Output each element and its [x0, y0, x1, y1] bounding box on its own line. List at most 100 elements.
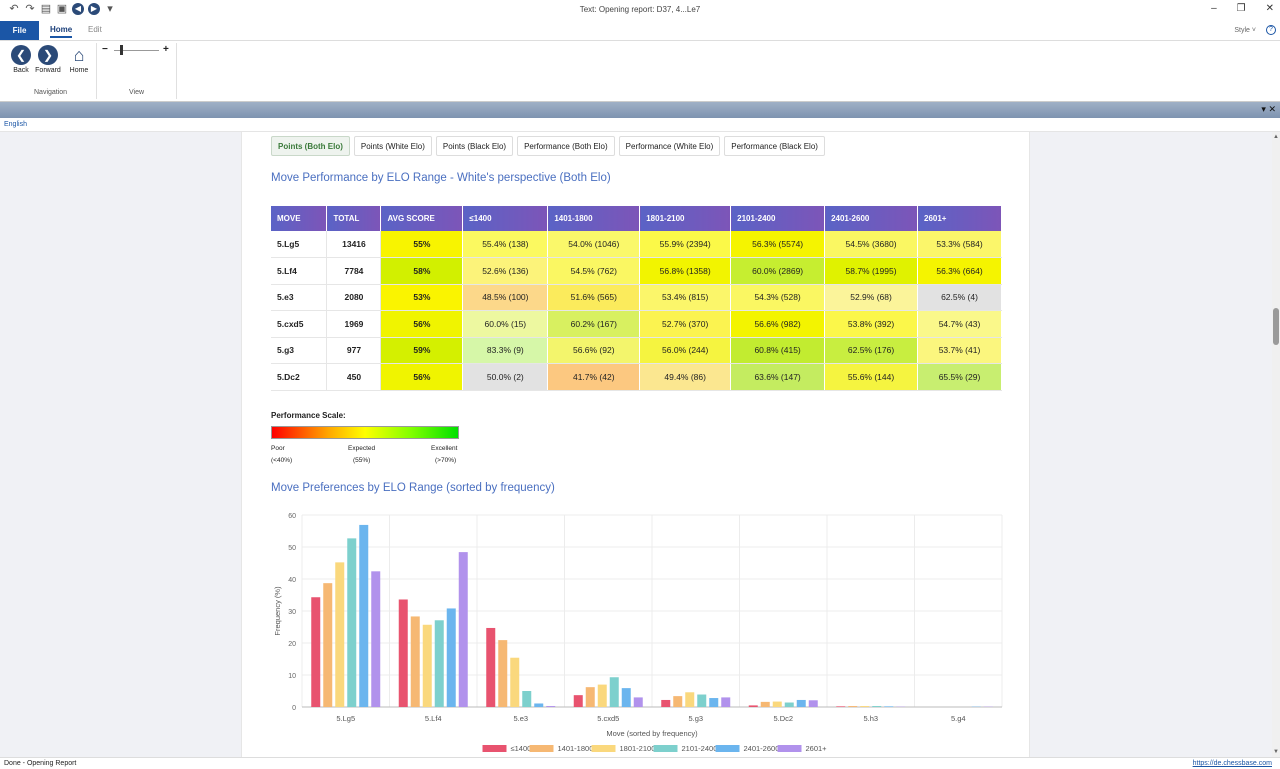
scale-poor-label: Poor: [271, 445, 285, 452]
pane-controls: ▾ ✕: [1261, 104, 1276, 115]
subtab-item[interactable]: Points (Black Elo): [435, 136, 514, 156]
score-cell: 56.6% (92): [547, 337, 641, 364]
home-button[interactable]: ⌂ Home: [67, 45, 91, 74]
zoom-out-button[interactable]: −: [102, 44, 108, 55]
subtab-item[interactable]: Points (Both Elo): [271, 136, 350, 156]
subtab-item[interactable]: Points (White Elo): [353, 136, 432, 156]
legend-swatch: [591, 745, 616, 752]
status-link[interactable]: https://de.chessbase.com: [1193, 760, 1272, 767]
home-button-label: Home: [69, 67, 89, 74]
x-tick-label: 5.cxd5: [597, 714, 619, 723]
bar: [335, 562, 345, 707]
scale-expected-sub: (55%): [353, 457, 371, 464]
y-tick-label: 30: [288, 609, 296, 616]
table-header-row: MOVE TOTAL AVG SCORE ≤1400 1401-1800 1801-210…: [271, 206, 1002, 231]
column-header[interactable]: MOVE: [271, 206, 328, 231]
avg-score-cell: 59%: [380, 337, 464, 364]
score-cell: 56.8% (1358): [639, 257, 732, 285]
x-tick-label: 5.Dc2: [773, 714, 793, 723]
back-button[interactable]: ❮ Back: [10, 45, 32, 74]
bar: [597, 684, 607, 707]
legend-label: 2101-2400: [682, 744, 718, 753]
forward-arrow-icon: ❯: [38, 45, 58, 65]
minimize-icon[interactable]: –: [1211, 3, 1217, 14]
column-header[interactable]: 2401-2600: [824, 206, 918, 231]
zoom-in-button[interactable]: +: [163, 44, 169, 55]
report-viewport: Points (Both Elo) Points (White Elo) Point…: [0, 132, 1272, 757]
group-label-view: View: [129, 89, 145, 96]
column-header[interactable]: ≤1400: [462, 206, 549, 231]
scroll-down-icon[interactable]: ▼: [1272, 749, 1280, 755]
column-header[interactable]: 2101-2400: [730, 206, 826, 231]
legend-swatch: [653, 745, 678, 752]
forward-button[interactable]: ❯ Forward: [34, 45, 62, 74]
bar: [458, 552, 468, 707]
avg-score-cell: 56%: [380, 310, 464, 338]
y-tick-label: 60: [288, 513, 296, 520]
subtab-item[interactable]: Performance (Black Elo): [724, 136, 825, 156]
zoom-slider-thumb[interactable]: [120, 45, 123, 55]
style-menu[interactable]: Style ˅: [1234, 27, 1256, 34]
total-cell: 2080: [326, 284, 382, 311]
tab-file[interactable]: File: [0, 21, 39, 40]
pane-dropdown-icon[interactable]: ▾: [1261, 104, 1266, 114]
column-header[interactable]: 1401-1800: [547, 206, 641, 231]
score-mode-tabs: Points (Both Elo) Points (White Elo) Point…: [271, 136, 825, 156]
y-axis-label: Frequency (%): [273, 586, 282, 636]
bar: [573, 695, 583, 707]
score-cell: 52.7% (370): [639, 310, 732, 338]
bar: [398, 599, 408, 707]
scroll-up-icon[interactable]: ▲: [1272, 134, 1280, 140]
subtab-item[interactable]: Performance (White Elo): [618, 136, 721, 156]
score-cell: 60.8% (415): [730, 337, 826, 364]
score-cell: 55.6% (144): [824, 363, 918, 391]
tab-edit[interactable]: Edit: [88, 25, 102, 34]
score-cell: 50.0% (2): [462, 363, 549, 391]
tab-english[interactable]: English: [4, 121, 27, 128]
total-cell: 450: [326, 363, 382, 391]
column-header[interactable]: TOTAL: [326, 206, 382, 231]
close-icon[interactable]: ✕: [1266, 3, 1274, 14]
score-cell: 52.6% (136): [462, 257, 549, 285]
score-cell: 56.3% (664): [917, 257, 1002, 285]
y-tick-label: 50: [288, 545, 296, 552]
scale-excellent-label: Excellent: [431, 445, 458, 452]
bar: [772, 701, 782, 707]
bar: [585, 687, 595, 707]
avg-score-cell: 53%: [380, 284, 464, 311]
back-button-label: Back: [13, 67, 29, 74]
bar: [311, 597, 321, 707]
move-preferences-chart: 0 10 20 30 40 50 60 5.Lg5 5.Lf4 5.e3 5.cxd5 5.g3 5.D…: [273, 513, 1003, 753]
avg-score-cell: 55%: [380, 231, 464, 258]
bar: [796, 699, 806, 707]
column-header[interactable]: 1801-2100: [639, 206, 732, 231]
score-cell: 54.7% (43): [917, 310, 1002, 338]
vertical-scrollbar[interactable]: ▲ ▼: [1272, 132, 1280, 757]
help-icon[interactable]: ?: [1266, 25, 1276, 35]
ribbon-tabs: File Home Edit Style ˅ ?: [0, 21, 1280, 40]
legend-label: 1401-1800: [558, 744, 594, 753]
performance-title: Move Performance by ELO Range - White's …: [271, 172, 611, 184]
restore-icon[interactable]: ❐: [1237, 3, 1246, 14]
score-cell: 53.8% (392): [824, 310, 918, 338]
group-label-navigation: Navigation: [34, 89, 68, 96]
total-cell: 13416: [326, 231, 382, 258]
subtab-item[interactable]: Performance (Both Elo): [517, 136, 615, 156]
move-cell: 5.g3: [271, 337, 328, 364]
score-cell: 48.5% (100): [462, 284, 549, 311]
scale-excellent-sub: (>70%): [435, 457, 457, 464]
score-cell: 62.5% (176): [824, 337, 918, 364]
score-cell: 41.7% (42): [547, 363, 641, 391]
tab-home[interactable]: Home: [50, 25, 73, 38]
y-tick-label: 40: [288, 577, 296, 584]
scrollbar-thumb[interactable]: [1273, 308, 1279, 345]
column-header[interactable]: 2601+: [917, 206, 1002, 231]
move-cell: 5.e3: [271, 284, 328, 311]
pane-close-icon[interactable]: ✕: [1268, 104, 1276, 114]
bar: [510, 657, 520, 707]
avg-score-cell: 58%: [380, 257, 464, 285]
performance-table: MOVE TOTAL AVG SCORE ≤1400 1401-1800 1801-210…: [271, 206, 1002, 391]
bar: [534, 703, 544, 707]
column-header[interactable]: AVG SCORE: [380, 206, 464, 231]
move-cell: 5.cxd5: [271, 310, 328, 338]
